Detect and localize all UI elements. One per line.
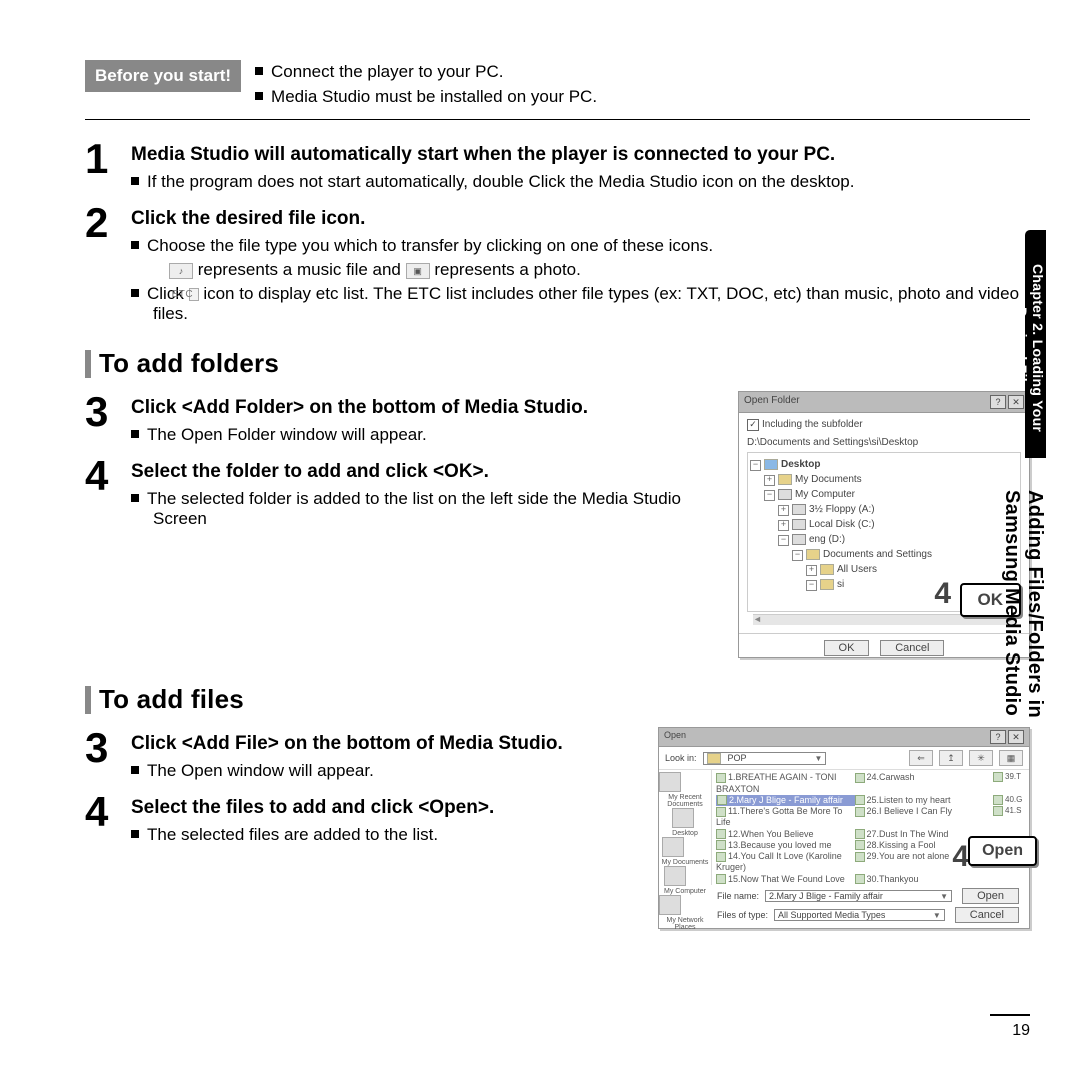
filename-label: File name:	[717, 891, 759, 901]
step2-icons-line: ♪ represents a music file and ▣ represen…	[169, 260, 1030, 280]
before-bullet-1: Connect the player to your PC.	[255, 60, 597, 85]
filename-field[interactable]: 2.Mary J Blige - Family affair▼	[765, 890, 952, 902]
views-icon[interactable]: ▦	[999, 750, 1023, 766]
divider	[85, 119, 1030, 120]
step2-title: Click the desired file icon.	[131, 208, 1030, 230]
cancel-button[interactable]: Cancel	[880, 640, 944, 656]
step-number: 3	[85, 391, 117, 449]
dialog-title: Open Folder	[744, 395, 800, 409]
open-button[interactable]: Open	[962, 888, 1019, 904]
photo-file-icon: ▣	[406, 263, 430, 279]
step-number: 2	[85, 202, 117, 328]
step4a-title: Select the folder to add and click <OK>.	[131, 461, 720, 483]
step-number: 4	[85, 455, 117, 533]
back-icon[interactable]: ⇐	[909, 750, 933, 766]
music-file-icon: ♪	[169, 263, 193, 279]
include-subfolder-label: Including the subfolder	[762, 419, 863, 430]
new-folder-icon[interactable]: ✳	[969, 750, 993, 766]
ok-button[interactable]: OK	[824, 640, 870, 656]
step3a-title: Click <Add Folder> on the bottom of Medi…	[131, 397, 720, 419]
section-title-folders: To add folders	[99, 348, 279, 379]
step4b-title: Select the files to add and click <Open>…	[131, 797, 640, 819]
chapter-tab: Chapter 2. Loading Your Desired File	[1025, 230, 1046, 458]
open-folder-dialog: Open Folder ?✕ ✓Including the subfolder …	[738, 391, 1030, 658]
callout-open-button: Open	[968, 836, 1037, 866]
up-icon[interactable]: ↥	[939, 750, 963, 766]
step2-detail-1: Choose the file type you which to transf…	[153, 236, 1030, 256]
page-number: 19	[1012, 1022, 1030, 1040]
step3b-title: Click <Add File> on the bottom of Media …	[131, 733, 640, 755]
folder-path: D:\Documents and Settings\si\Desktop	[747, 437, 1021, 448]
open-file-dialog: Open ?✕ Look in: POP▼ ⇐ ↥ ✳ ▦ My Recent …	[658, 727, 1030, 929]
before-bullet-2: Media Studio must be installed on your P…	[255, 85, 597, 110]
step-number: 1	[85, 138, 117, 196]
step4b-detail: The selected files are added to the list…	[153, 825, 640, 845]
topic-title-vertical: Adding Files/Folders in Samsung Media St…	[1000, 490, 1046, 750]
section-title-files: To add files	[99, 684, 244, 715]
section-bar-icon	[85, 686, 91, 714]
step3a-detail: The Open Folder window will appear.	[153, 425, 720, 445]
filetype-dropdown[interactable]: All Supported Media Types▼	[774, 909, 945, 921]
lookin-dropdown[interactable]: POP▼	[703, 752, 827, 765]
callout-number: 4	[952, 840, 969, 874]
etc-icon: ETC	[189, 288, 199, 301]
step1-detail: If the program does not start automatica…	[153, 172, 1030, 192]
lookin-label: Look in:	[665, 753, 697, 763]
file-list[interactable]: 1.BREATHE AGAIN - TONI BRAXTON24.Carwash…	[712, 770, 1029, 885]
dialog-title: Open	[664, 730, 686, 744]
before-start-badge: Before you start!	[85, 60, 241, 92]
step1-title: Media Studio will automatically start wh…	[131, 144, 1030, 166]
step2-detail-2: Click ETC icon to display etc list. The …	[153, 284, 1030, 324]
step3b-detail: The Open window will appear.	[153, 761, 640, 781]
step4a-detail: The selected folder is added to the list…	[153, 489, 720, 529]
filetype-label: Files of type:	[717, 910, 768, 920]
places-sidebar[interactable]: My Recent Documents Desktop My Documents…	[659, 770, 712, 885]
step-number: 3	[85, 727, 117, 785]
page-rule	[990, 1014, 1030, 1016]
cancel-button[interactable]: Cancel	[955, 907, 1019, 923]
section-bar-icon	[85, 350, 91, 378]
callout-number: 4	[934, 577, 951, 611]
include-subfolder-checkbox[interactable]: ✓	[747, 419, 759, 431]
help-icon[interactable]: ?	[990, 395, 1006, 409]
step-number: 4	[85, 791, 117, 849]
